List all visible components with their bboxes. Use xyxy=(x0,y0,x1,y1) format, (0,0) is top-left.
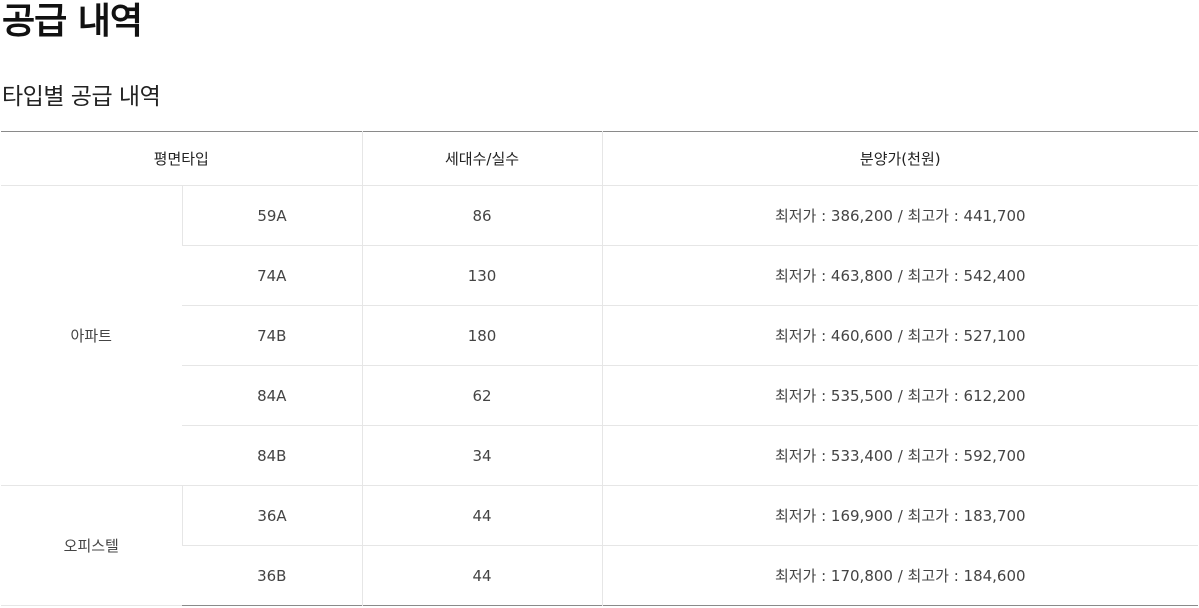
units-cell: 180 xyxy=(361,305,603,366)
units-cell: 86 xyxy=(361,185,603,246)
price-cell: 최저가 : 535,500 / 최고가 : 612,200 xyxy=(601,365,1199,426)
price-cell: 최저가 : 460,600 / 최고가 : 527,100 xyxy=(601,305,1199,366)
table-row: 오피스텔 36A 44 최저가 : 169,900 / 최고가 : 183,70… xyxy=(1,485,1199,606)
table-header-row: 평면타입 세대수/실수 분양가(천원) xyxy=(1,131,1199,186)
type-cell: 36A xyxy=(181,485,363,546)
section-title: 타입별 공급 내역 xyxy=(2,84,161,110)
type-cell: 36B xyxy=(257,566,287,585)
page-title: 공급 내역 xyxy=(2,1,143,42)
group-cell-officetel: 오피스텔 xyxy=(1,485,182,606)
units-cell: 34 xyxy=(361,425,603,486)
price-cell: 최저가 : 533,400 / 최고가 : 592,700 xyxy=(601,425,1199,486)
type-cell: 84B xyxy=(182,425,363,486)
header-price: 분양가(천원) xyxy=(601,131,1199,186)
table-row: 아파트 59A 86 최저가 : 386,200 / 최고가 : 441,700 xyxy=(1,185,1199,486)
type-cell: 59A xyxy=(181,185,363,246)
header-type: 평면타입 xyxy=(1,131,363,186)
price-cell: 최저가 : 463,800 / 최고가 : 542,400 xyxy=(601,245,1199,306)
price-cell: 최저가 : 169,900 / 최고가 : 183,700 xyxy=(601,485,1199,546)
type-cell: 84A xyxy=(182,365,363,426)
units-cell: 130 xyxy=(361,245,603,306)
type-cell: 74A xyxy=(182,245,363,306)
header-units: 세대수/실수 xyxy=(361,131,603,186)
units-cell: 44 xyxy=(361,545,603,606)
type-cell: 74B xyxy=(182,305,363,366)
units-cell: 62 xyxy=(361,365,603,426)
units-cell: 44 xyxy=(361,485,603,546)
price-cell: 최저가 : 170,800 / 최고가 : 184,600 xyxy=(601,545,1199,606)
group-cell-apartment: 아파트 xyxy=(1,185,182,486)
price-cell: 최저가 : 386,200 / 최고가 : 441,700 xyxy=(601,185,1199,246)
supply-table: 평면타입 세대수/실수 분양가(천원) 아파트 59A 86 최저가 : 386… xyxy=(1,131,1199,606)
